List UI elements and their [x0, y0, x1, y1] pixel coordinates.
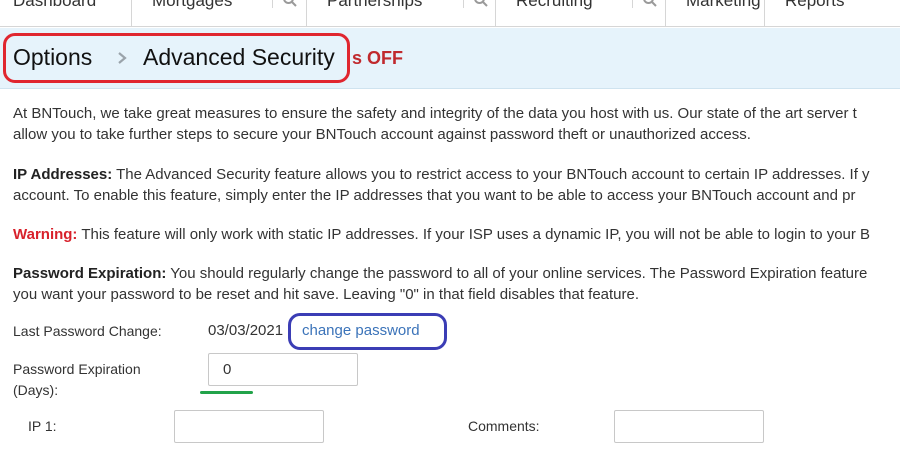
- warning-heading: Warning:: [13, 226, 78, 243]
- paragraph-text: This feature will only work with static …: [77, 226, 871, 243]
- paragraph-text: You should regularly change the password…: [166, 265, 868, 282]
- nav-tab-label: Dashboard: [13, 0, 97, 10]
- comments-label: Comments:: [468, 418, 540, 434]
- paragraph-line: Password Expiration: You should regularl…: [13, 263, 900, 284]
- paragraph-line: allow you to take further steps to secur…: [13, 126, 751, 143]
- paragraph-line: Warning: This feature will only work wit…: [13, 224, 900, 245]
- annotation-underline: [200, 391, 253, 394]
- password-expiration-paragraph: Password Expiration: You should regularl…: [13, 263, 900, 305]
- search-icon[interactable]: [282, 0, 298, 8]
- nav-tab-partnerships[interactable]: Partnerships: [306, 0, 495, 26]
- search-icon[interactable]: [642, 0, 658, 8]
- password-expiration-input[interactable]: [208, 353, 358, 386]
- nav-tab-divider: [632, 0, 633, 8]
- last-password-change-label: Last Password Change:: [13, 323, 162, 339]
- paragraph-text: The Advanced Security feature allows you…: [112, 166, 870, 183]
- intro-paragraph: At BNTouch, we take great measures to en…: [13, 103, 900, 145]
- nav-tab-marketing[interactable]: Marketing: [665, 0, 764, 26]
- annotation-highlight-link: [288, 313, 447, 350]
- paragraph-line: IP Addresses: The Advanced Security feat…: [13, 164, 900, 185]
- password-expiration-heading: Password Expiration:: [13, 265, 167, 282]
- nav-tab-label: Mortgages: [152, 0, 233, 10]
- nav-tab-reports[interactable]: Reports: [764, 0, 896, 26]
- paragraph-line: At BNTouch, we take great measures to en…: [13, 105, 857, 122]
- label-line: (Days):: [13, 382, 59, 398]
- nav-tab-dashboard[interactable]: Dashboard: [0, 0, 131, 26]
- warning-paragraph: Warning: This feature will only work wit…: [13, 224, 900, 245]
- ip-addresses-paragraph: IP Addresses: The Advanced Security feat…: [13, 164, 900, 206]
- nav-tab-label: Reports: [785, 0, 845, 10]
- paragraph-line: you want your password to be reset and h…: [13, 286, 640, 303]
- ip1-input[interactable]: [174, 410, 324, 443]
- nav-tab-mortgages[interactable]: Mortgages: [131, 0, 306, 26]
- top-navigation: Dashboard Mortgages Partnerships Recruit…: [0, 0, 900, 27]
- ip1-label: IP 1:: [28, 418, 57, 434]
- ip-addresses-heading: IP Addresses:: [13, 166, 113, 183]
- annotation-highlight-title: [3, 33, 350, 83]
- label-line: Password Expiration: [13, 361, 141, 377]
- search-icon[interactable]: [473, 0, 489, 8]
- password-expiration-label: Password Expiration (Days):: [13, 359, 141, 401]
- nav-tab-label: Marketing: [686, 0, 761, 10]
- last-password-change-value: 03/03/2021: [208, 322, 284, 339]
- nav-tab-label: Recruiting: [516, 0, 593, 10]
- status-badge: s OFF: [352, 48, 404, 68]
- paragraph-line: account. To enable this feature, simply …: [13, 187, 856, 204]
- nav-tab-divider: [463, 0, 464, 8]
- nav-tab-label: Partnerships: [327, 0, 423, 10]
- nav-tab-divider: [272, 0, 273, 8]
- nav-tab-recruiting[interactable]: Recruiting: [495, 0, 665, 26]
- comments-input[interactable]: [614, 410, 764, 443]
